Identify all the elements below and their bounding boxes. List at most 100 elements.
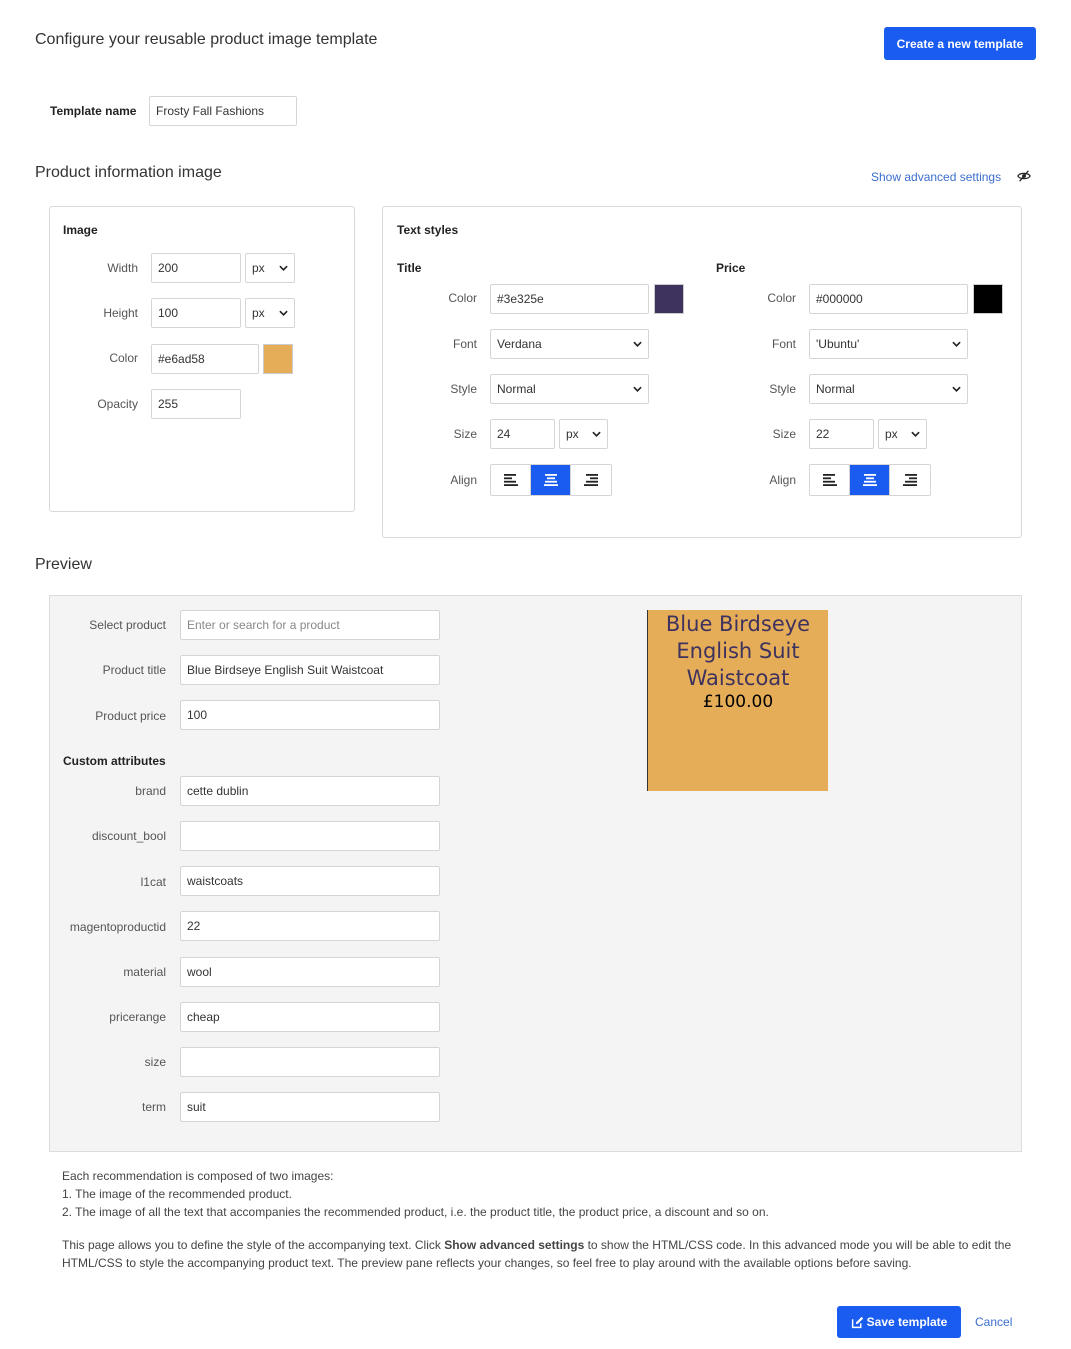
price-font-label: Font: [771, 337, 796, 351]
eye-slash-icon[interactable]: [1017, 169, 1031, 183]
info-line: 2. The image of all the text that accomp…: [62, 1205, 769, 1219]
price-style-heading: Price: [716, 261, 746, 275]
info-para-before: This page allows you to define the style…: [62, 1238, 445, 1252]
create-template-button[interactable]: Create a new template: [884, 27, 1036, 60]
select-product-input[interactable]: Enter or search for a product: [180, 610, 440, 640]
price-size-unit-select[interactable]: px: [878, 419, 927, 449]
product-title-label: Product title: [102, 663, 166, 677]
price-style-select[interactable]: Normal: [809, 374, 968, 404]
template-name-label: Template name: [50, 104, 137, 118]
image-color-input[interactable]: #e6ad58: [151, 344, 259, 374]
title-align-center-button[interactable]: [531, 465, 571, 495]
title-color-swatch[interactable]: [654, 284, 684, 314]
preview-title-line: Blue Birdseye: [665, 612, 811, 636]
preview-title-line: English Suit: [676, 639, 800, 663]
title-align-right-button[interactable]: [571, 465, 611, 495]
align-right-icon: [584, 474, 598, 486]
show-advanced-settings-link[interactable]: Show advanced settings: [871, 170, 1001, 184]
preview-image-title: Blue Birdseye English Suit Waistcoat: [648, 611, 828, 692]
price-align-group: [809, 464, 931, 496]
height-unit-select[interactable]: px: [245, 298, 295, 328]
attr-label-discount-bool: discount_bool: [91, 829, 166, 843]
height-input[interactable]: 100: [151, 298, 241, 328]
product-price-label: Product price: [95, 709, 166, 723]
info-para-bold: Show advanced settings: [444, 1238, 585, 1252]
info-line: Each recommendation is composed of two i…: [62, 1169, 334, 1183]
price-size-label: Size: [772, 427, 796, 441]
attr-input-magentoproductid[interactable]: 22: [180, 911, 440, 941]
product-title-input[interactable]: Blue Birdseye English Suit Waistcoat: [180, 655, 440, 685]
attr-label-magentoproductid: magentoproductid: [69, 920, 166, 934]
chevron-down-icon: [633, 341, 642, 347]
attr-input-material[interactable]: wool: [180, 957, 440, 987]
title-style-heading: Title: [397, 261, 422, 275]
preview-title: Preview: [35, 556, 92, 573]
price-font-value: 'Ubuntu': [816, 337, 860, 351]
title-color-label: Color: [448, 291, 477, 305]
attr-input-l1cat[interactable]: waistcoats: [180, 866, 440, 896]
title-font-value: Verdana: [497, 337, 542, 351]
opacity-label: Opacity: [97, 397, 138, 411]
image-panel-heading: Image: [63, 223, 98, 237]
price-size-unit-value: px: [885, 427, 898, 441]
attr-label-material: material: [123, 965, 166, 979]
attr-input-brand[interactable]: cette dublin: [180, 776, 440, 806]
save-template-label: Save template: [866, 1315, 948, 1329]
title-color-input[interactable]: #3e325e: [490, 284, 649, 314]
edit-icon: [851, 1316, 863, 1328]
price-color-input[interactable]: #000000: [809, 284, 968, 314]
custom-attributes-heading: Custom attributes: [63, 754, 166, 768]
height-unit-value: px: [252, 306, 265, 320]
align-center-icon: [543, 474, 558, 486]
price-align-center-button[interactable]: [850, 465, 890, 495]
price-size-input[interactable]: 22: [809, 419, 874, 449]
info-paragraph: This page allows you to define the style…: [62, 1236, 1022, 1272]
width-unit-select[interactable]: px: [245, 253, 295, 283]
title-size-unit-select[interactable]: px: [559, 419, 608, 449]
preview-image: Blue Birdseye English Suit Waistcoat £10…: [647, 610, 828, 791]
chevron-down-icon: [279, 265, 288, 271]
title-align-label: Align: [450, 473, 477, 487]
chevron-down-icon: [952, 386, 961, 392]
price-align-left-button[interactable]: [810, 465, 850, 495]
align-right-icon: [903, 474, 917, 486]
opacity-input[interactable]: 255: [151, 389, 241, 419]
width-unit-value: px: [252, 261, 265, 275]
attr-label-brand: brand: [135, 784, 166, 798]
attr-label-size: size: [144, 1055, 166, 1069]
title-font-select[interactable]: Verdana: [490, 329, 649, 359]
chevron-down-icon: [633, 386, 642, 392]
template-name-input[interactable]: Frosty Fall Fashions: [149, 96, 297, 126]
info-line: 1. The image of the recommended product.: [62, 1187, 292, 1201]
image-color-label: Color: [109, 351, 138, 365]
title-size-unit-value: px: [566, 427, 579, 441]
price-color-label: Color: [767, 291, 796, 305]
width-label: Width: [107, 261, 138, 275]
align-center-icon: [862, 474, 877, 486]
product-price-input[interactable]: 100: [180, 700, 440, 730]
align-left-icon: [822, 474, 837, 486]
save-template-button[interactable]: Save template: [837, 1306, 961, 1338]
image-color-swatch[interactable]: [263, 344, 293, 374]
text-styles-heading: Text styles: [397, 223, 459, 237]
cancel-link[interactable]: Cancel: [975, 1315, 1012, 1329]
price-color-swatch[interactable]: [973, 284, 1003, 314]
title-size-input[interactable]: 24: [490, 419, 555, 449]
chevron-down-icon: [911, 431, 920, 437]
attr-input-pricerange[interactable]: cheap: [180, 1002, 440, 1032]
attr-input-size[interactable]: [180, 1047, 440, 1077]
price-align-right-button[interactable]: [890, 465, 930, 495]
title-align-left-button[interactable]: [491, 465, 531, 495]
title-font-label: Font: [452, 337, 477, 351]
page-title: Configure your reusable product image te…: [35, 31, 378, 48]
attr-label-pricerange: pricerange: [109, 1010, 166, 1024]
info-text: Each recommendation is composed of two i…: [62, 1167, 1022, 1272]
title-style-select[interactable]: Normal: [490, 374, 649, 404]
align-left-icon: [503, 474, 518, 486]
preview-title-line: Waistcoat: [686, 666, 790, 690]
height-label: Height: [103, 306, 138, 320]
width-input[interactable]: 200: [151, 253, 241, 283]
price-font-select[interactable]: 'Ubuntu': [809, 329, 968, 359]
attr-input-term[interactable]: suit: [180, 1092, 440, 1122]
attr-input-discount-bool[interactable]: [180, 821, 440, 851]
